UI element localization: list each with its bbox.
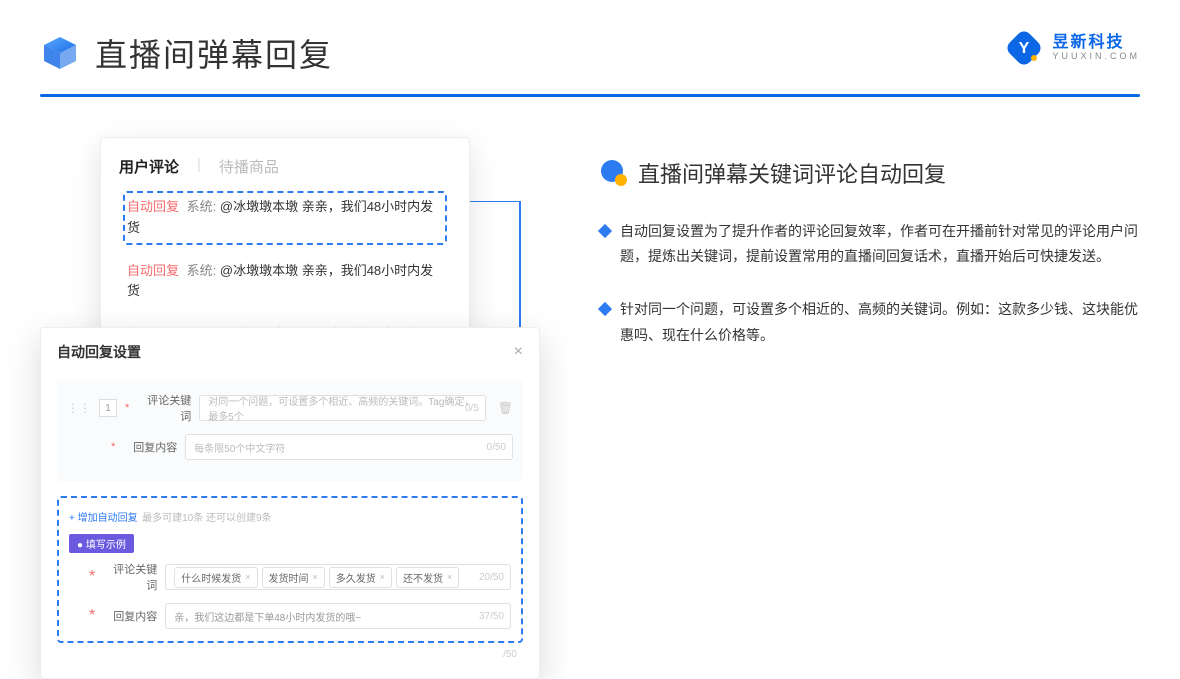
add-sub-text: 最多可建10条 还可以创建9条 xyxy=(142,513,271,524)
brand-block: Y 昱新科技 YUUXIN.COM xyxy=(1006,30,1140,66)
add-auto-reply-link[interactable]: + 增加自动回复 xyxy=(69,509,138,524)
bullet-text: 自动回复设置为了提升作者的评论回复效率，作者可在开播前针对常见的评论用户问题，提… xyxy=(620,219,1140,269)
keyword-placeholder: 对同一个问题，可设置多个相近、高频的关键词。Tag确定，最多5个 xyxy=(208,393,476,423)
auto-reply-row: 自动回复 系统: @冰墩墩本墩 亲亲，我们48小时内发货 xyxy=(123,255,447,309)
content-input[interactable]: 每条限50个中文字符 0/50 xyxy=(185,434,513,460)
keyword-label: 评论关键词 xyxy=(137,392,191,424)
section-title: 直播间弹幕关键词评论自动回复 xyxy=(638,157,946,189)
trash-icon[interactable]: 🗑 xyxy=(498,401,513,415)
brand-logo-icon: Y xyxy=(1006,30,1042,66)
example-keyword-input[interactable]: 什么时候发货× 发货时间× 多久发货× 还不发货× 20/50 xyxy=(165,564,511,590)
keyword-count: 0/5 xyxy=(465,403,479,414)
tag-remove-icon[interactable]: × xyxy=(245,572,250,582)
content-placeholder: 每条限50个中文字符 xyxy=(194,440,285,455)
comment-tabs: 用户评论 | 待播商品 xyxy=(119,156,451,177)
bullet-text: 针对同一个问题，可设置多个相近的、高频的关键词。例如：这款多少钱、这块能优惠吗、… xyxy=(620,297,1140,347)
required-star: * xyxy=(111,441,115,453)
drag-handle-icon[interactable]: ⋮⋮ xyxy=(67,401,91,415)
tag-chip[interactable]: 什么时候发货× xyxy=(174,567,257,588)
auto-reply-label: 自动回复 xyxy=(127,263,179,278)
example-keyword-label: 评论关键词 xyxy=(103,561,157,593)
bubble-icon xyxy=(600,159,628,187)
example-content-input[interactable]: 亲，我们这边都是下单48小时内发货的哦~ 37/50 xyxy=(165,603,511,629)
required-star: * xyxy=(89,568,95,586)
right-column: 直播间弹幕关键词评论自动回复 自动回复设置为了提升作者的评论回复效率，作者可在开… xyxy=(600,137,1140,376)
tab-user-comments[interactable]: 用户评论 xyxy=(119,156,179,177)
left-column: 用户评论 | 待播商品 自动回复 系统: @冰墩墩本墩 亲亲，我们48小时内发货… xyxy=(40,137,560,376)
tab-pending-goods[interactable]: 待播商品 xyxy=(219,156,279,177)
tag-remove-icon[interactable]: × xyxy=(313,572,318,582)
content-label: 回复内容 xyxy=(123,439,177,455)
example-block: + 增加自动回复 最多可建10条 还可以创建9条 ● 填写示例 * 评论关键词 … xyxy=(57,496,523,643)
keyword-input[interactable]: 对同一个问题，可设置多个相近、高频的关键词。Tag确定，最多5个 0/5 xyxy=(199,395,485,421)
brand-name-en: YUUXIN.COM xyxy=(1052,52,1140,62)
svg-text:Y: Y xyxy=(1019,40,1030,57)
example-content-label: 回复内容 xyxy=(103,608,157,624)
form-block: ⋮⋮ 1 * 评论关键词 对同一个问题，可设置多个相近、高频的关键词。Tag确定… xyxy=(57,380,523,482)
system-label: 系统: xyxy=(187,263,217,278)
tag-chip[interactable]: 发货时间× xyxy=(262,567,325,588)
row-number: 1 xyxy=(99,399,117,417)
diamond-icon xyxy=(598,302,612,316)
example-badge: ● 填写示例 xyxy=(69,534,134,553)
settings-title: 自动回复设置 xyxy=(57,342,141,362)
auto-reply-label: 自动回复 xyxy=(127,199,179,214)
system-label: 系统: xyxy=(187,199,217,214)
tag-remove-icon[interactable]: × xyxy=(447,572,452,582)
page-header: 直播间弹幕回复 xyxy=(0,0,1180,76)
close-icon[interactable]: × xyxy=(514,343,523,361)
example-content-count: 37/50 xyxy=(479,611,504,622)
tag-remove-icon[interactable]: × xyxy=(380,572,385,582)
required-star: * xyxy=(125,402,129,414)
brand-name-cn: 昱新科技 xyxy=(1052,34,1140,52)
required-star: * xyxy=(89,607,95,625)
footer-count: /50 xyxy=(57,649,523,660)
section-header: 直播间弹幕关键词评论自动回复 xyxy=(600,157,1140,189)
tag-chip[interactable]: 还不发货× xyxy=(396,567,459,588)
diamond-icon xyxy=(598,224,612,238)
cube-icon xyxy=(40,33,80,73)
bullet-item: 针对同一个问题，可设置多个相近的、高频的关键词。例如：这款多少钱、这块能优惠吗、… xyxy=(600,297,1140,347)
content-count: 0/50 xyxy=(487,442,506,453)
tag-chip[interactable]: 多久发货× xyxy=(329,567,392,588)
example-content-text: 亲，我们这边都是下单48小时内发货的哦~ xyxy=(174,609,361,624)
example-keyword-count: 20/50 xyxy=(479,572,504,583)
auto-reply-row: 自动回复 系统: @冰墩墩本墩 亲亲，我们48小时内发货 xyxy=(123,191,447,245)
page-title: 直播间弹幕回复 xyxy=(95,30,333,76)
bullet-item: 自动回复设置为了提升作者的评论回复效率，作者可在开播前针对常见的评论用户问题，提… xyxy=(600,219,1140,269)
settings-card: 自动回复设置 × ⋮⋮ 1 * 评论关键词 对同一个问题，可设置多个相近、高频的… xyxy=(40,327,540,679)
tab-divider: | xyxy=(197,156,201,177)
